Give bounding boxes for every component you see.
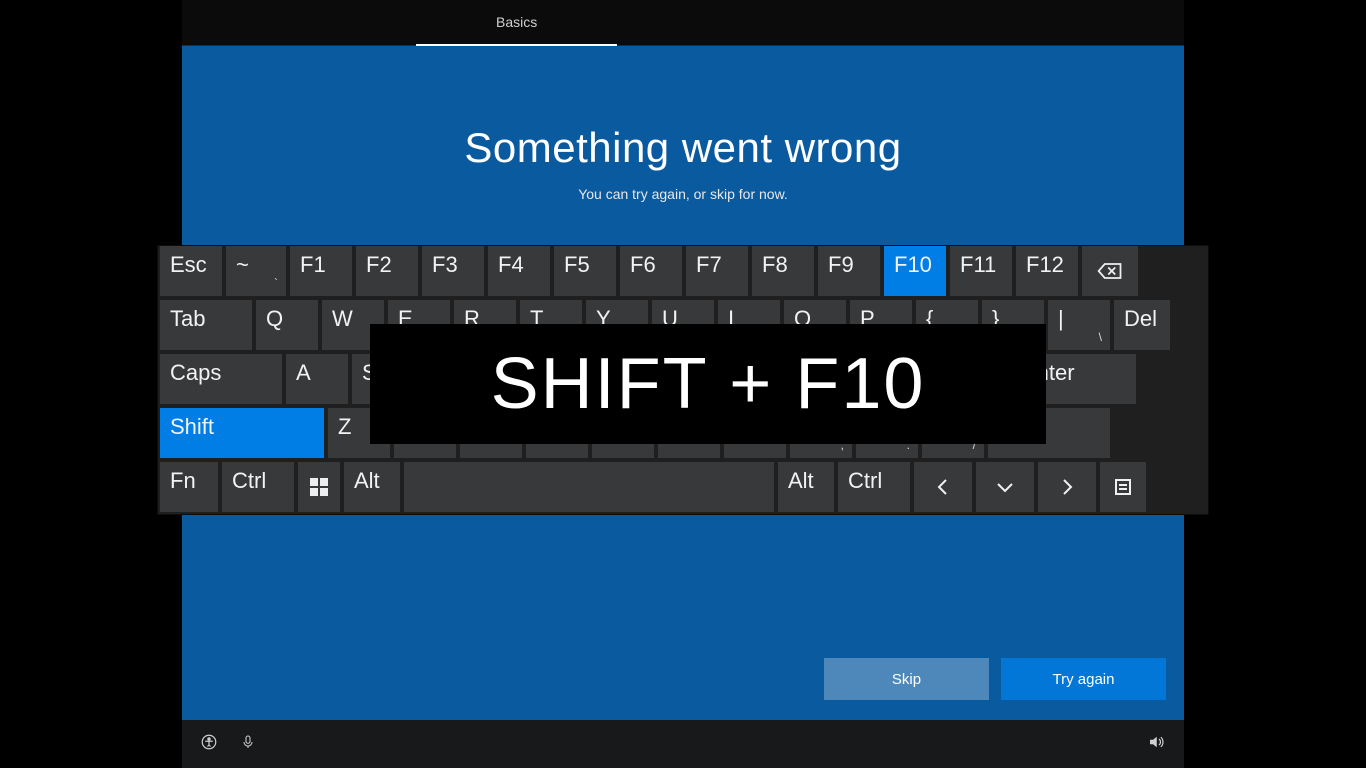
key-label: | — [1058, 306, 1064, 332]
screen: Basics Something went wrong You can try … — [0, 0, 1366, 768]
key-f2[interactable]: F2 — [356, 246, 418, 296]
key-ctrl-right[interactable]: Ctrl — [838, 462, 910, 512]
key-alt-right[interactable]: Alt — [778, 462, 834, 512]
key-alt-left[interactable]: Alt — [344, 462, 400, 512]
microphone-icon[interactable] — [240, 733, 256, 756]
key-fn[interactable]: Fn — [160, 462, 218, 512]
key-f3[interactable]: F3 — [422, 246, 484, 296]
key-esc[interactable]: Esc — [160, 246, 222, 296]
key-f8[interactable]: F8 — [752, 246, 814, 296]
key-menu[interactable] — [1100, 462, 1146, 512]
key-arrow-down[interactable] — [976, 462, 1034, 512]
chevron-right-icon — [1053, 475, 1081, 499]
key-sub: \ — [1099, 330, 1102, 344]
key-caps[interactable]: Caps — [160, 354, 282, 404]
key-f1[interactable]: F1 — [290, 246, 352, 296]
key-del[interactable]: Del — [1114, 300, 1170, 350]
key-a[interactable]: A — [286, 354, 348, 404]
osk-row-5: Fn Ctrl Alt Alt Ctrl — [160, 462, 1206, 512]
osk-row-1: Esc ~` F1 F2 F3 F4 F5 F6 F7 F8 F9 F10 F1… — [160, 246, 1206, 296]
chevron-down-icon — [991, 475, 1019, 499]
shortcut-overlay: SHIFT + F10 — [370, 324, 1046, 444]
chevron-left-icon — [929, 475, 957, 499]
page-subtitle: You can try again, or skip for now. — [182, 186, 1184, 202]
key-backspace[interactable] — [1082, 246, 1138, 296]
menu-icon — [1109, 475, 1137, 499]
key-f12[interactable]: F12 — [1016, 246, 1078, 296]
volume-icon[interactable] — [1146, 738, 1166, 755]
key-f7[interactable]: F7 — [686, 246, 748, 296]
skip-button[interactable]: Skip — [824, 658, 989, 700]
key-arrow-left[interactable] — [914, 462, 972, 512]
key-ctrl-left[interactable]: Ctrl — [222, 462, 294, 512]
key-f10[interactable]: F10 — [884, 246, 946, 296]
taskbar — [182, 720, 1184, 768]
key-space[interactable] — [404, 462, 774, 512]
tab-basics[interactable]: Basics — [416, 0, 617, 45]
key-tab[interactable]: Tab — [160, 300, 252, 350]
tab-bar: Basics — [182, 0, 1184, 46]
key-q[interactable]: Q — [256, 300, 318, 350]
key-tilde-label: ~ — [236, 252, 249, 278]
try-again-button[interactable]: Try again — [1001, 658, 1166, 700]
backspace-icon — [1096, 259, 1124, 283]
key-f9[interactable]: F9 — [818, 246, 880, 296]
key-arrow-right[interactable] — [1038, 462, 1096, 512]
key-windows[interactable] — [298, 462, 340, 512]
page-title: Something went wrong — [182, 124, 1184, 172]
windows-icon — [310, 478, 328, 496]
key-f5[interactable]: F5 — [554, 246, 616, 296]
key-backslash[interactable]: |\ — [1048, 300, 1110, 350]
ease-of-access-icon[interactable] — [200, 733, 218, 756]
key-f6[interactable]: F6 — [620, 246, 682, 296]
key-shift-left[interactable]: Shift — [160, 408, 324, 458]
key-tilde[interactable]: ~` — [226, 246, 286, 296]
key-f4[interactable]: F4 — [488, 246, 550, 296]
button-row: Skip Try again — [824, 658, 1166, 700]
key-f11[interactable]: F11 — [950, 246, 1012, 296]
key-tilde-sub: ` — [274, 276, 278, 290]
